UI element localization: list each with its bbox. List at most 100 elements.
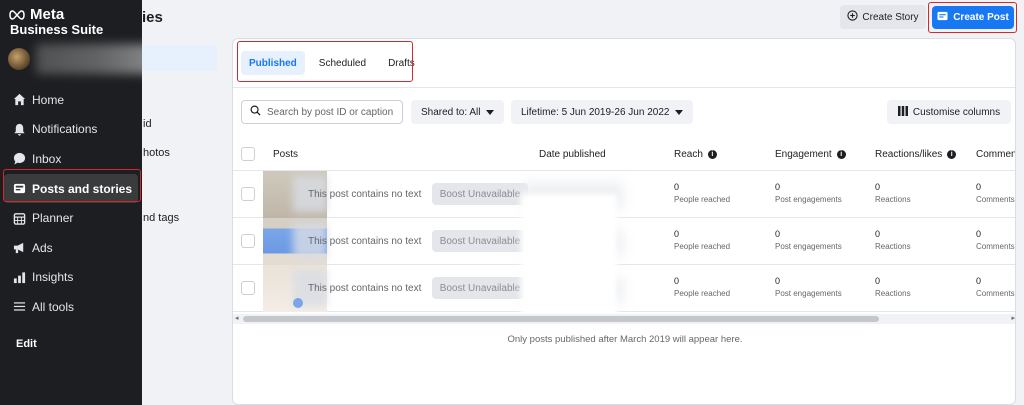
sidebar-item-planner[interactable]: Planner	[0, 203, 142, 233]
post-caption[interactable]: This post contains no text	[308, 283, 421, 294]
reactions-label: Reactions	[875, 242, 911, 251]
row-checkbox[interactable]	[241, 281, 255, 295]
sidebar-item-insights[interactable]: Insights	[0, 263, 142, 293]
sidebar-item-label: Notifications	[32, 122, 98, 137]
column-header-reach[interactable]: Reach i	[674, 149, 717, 160]
create-story-label: Create Story	[862, 11, 919, 23]
column-header-label: Comment	[976, 149, 1016, 160]
columns-icon	[897, 105, 908, 119]
meta-business-suite-logo[interactable]: Meta Business Suite	[8, 6, 148, 37]
sidebar-item-all-tools[interactable]: All tools	[0, 292, 142, 322]
reactions-cell: 0 Reactions	[875, 276, 911, 298]
megaphone-icon	[12, 241, 26, 255]
highlight-box-posts	[3, 169, 141, 202]
secondary-nav-item[interactable]: hotos	[143, 147, 170, 159]
search-input[interactable]: Search by post ID or caption	[241, 100, 403, 124]
footnote-text: Only posts published after March 2019 wi…	[507, 334, 743, 345]
sidebar-item-home[interactable]: Home	[0, 85, 142, 115]
sidebar-item-notifications[interactable]: Notifications	[0, 115, 142, 145]
table-row[interactable]: This post contains no text Boost Unavail…	[233, 218, 1015, 265]
select-all-checkbox[interactable]	[241, 147, 255, 161]
chat-bubble-icon	[12, 152, 26, 166]
filter-bar: Search by post ID or caption Shared to: …	[241, 100, 1011, 124]
reach-label: People reached	[674, 195, 731, 204]
posts-panel: Published Scheduled Drafts Search by pos…	[232, 38, 1016, 405]
row-checkbox[interactable]	[241, 234, 255, 248]
scroll-left-arrow-icon[interactable]: ◂	[235, 314, 239, 322]
reach-cell: 0 People reached	[674, 276, 730, 298]
column-header-label: Posts	[273, 149, 299, 160]
table-row[interactable]: This post contains no text Boost Unavail…	[233, 265, 1015, 312]
column-header-label: Reactions/likes	[875, 149, 943, 160]
customise-columns-label: Customise columns	[912, 106, 1001, 118]
reactions-value: 0	[875, 229, 881, 239]
date-range-dropdown[interactable]: Lifetime: 5 Jun 2019-26 Jun 2022	[511, 100, 694, 124]
engagement-cell: 0 Post engagements	[775, 229, 842, 251]
tabs-divider	[233, 87, 1015, 88]
post-caption[interactable]: This post contains no text	[308, 189, 421, 200]
column-header-label: Engagement	[775, 149, 832, 160]
page-title: ies	[142, 9, 163, 26]
reach-cell: 0 People reached	[674, 182, 730, 204]
reach-label: People reached	[674, 289, 731, 298]
secondary-nav-active-item[interactable]	[142, 45, 217, 71]
shared-facebook-icon	[293, 298, 303, 308]
sidebar-item-label: Ads	[32, 240, 53, 255]
sidebar-item-label: Home	[32, 92, 65, 107]
comments-cell: 0 Comments	[976, 229, 1015, 251]
info-icon[interactable]: i	[836, 150, 846, 159]
bar-chart-icon	[12, 270, 26, 284]
bell-icon	[12, 122, 26, 136]
scrollbar-thumb[interactable]	[243, 316, 879, 322]
reach-cell: 0 People reached	[674, 229, 730, 251]
info-icon[interactable]: i	[707, 150, 717, 159]
sidebar-item-ads[interactable]: Ads	[0, 233, 142, 263]
scroll-right-arrow-icon[interactable]: ▸	[1011, 314, 1015, 322]
customise-columns-button[interactable]: Customise columns	[887, 100, 1011, 124]
secondary-nav-item[interactable]: id	[143, 118, 152, 130]
comments-value: 0	[976, 276, 982, 286]
boost-button[interactable]: Boost Unavailable	[432, 183, 528, 205]
column-header-comments[interactable]: Comment	[976, 149, 1016, 160]
reactions-label: Reactions	[875, 195, 911, 204]
engagement-cell: 0 Post engagements	[775, 276, 842, 298]
column-header-reactions[interactable]: Reactions/likes i	[875, 149, 957, 160]
table-header: Posts Date published Reach i Engagement i …	[233, 139, 1016, 171]
comments-label: Comments	[976, 289, 1015, 298]
meta-infinity-icon	[9, 9, 25, 20]
post-caption[interactable]: This post contains no text	[308, 236, 421, 247]
home-icon	[12, 93, 26, 107]
reach-value: 0	[674, 276, 680, 286]
column-header-posts[interactable]: Posts	[273, 149, 298, 160]
create-story-button[interactable]: Create Story	[840, 5, 926, 29]
engagement-value: 0	[775, 229, 781, 239]
plus-circle-icon	[847, 10, 859, 24]
date-range-label: Lifetime: 5 Jun 2019-26 Jun 2022	[521, 106, 670, 118]
comments-label: Comments	[976, 195, 1015, 204]
sidebar-item-label: Inbox	[32, 151, 62, 166]
reactions-label: Reactions	[875, 289, 911, 298]
horizontal-scrollbar[interactable]: ◂ ▸	[233, 314, 1015, 324]
column-header-engagement[interactable]: Engagement i	[775, 149, 846, 160]
boost-button[interactable]: Boost Unavailable	[432, 277, 528, 299]
secondary-nav-item[interactable]: nd tags	[143, 212, 179, 224]
brand-name: Meta	[30, 6, 65, 23]
column-header-label: Reach	[674, 149, 703, 160]
sidebar-edit-link[interactable]: Edit	[16, 338, 37, 350]
caret-down-icon	[675, 107, 684, 118]
row-checkbox[interactable]	[241, 187, 255, 201]
reactions-cell: 0 Reactions	[875, 182, 911, 204]
avatar[interactable]	[8, 48, 30, 70]
engagement-label: Post engagements	[775, 242, 842, 251]
column-header-date[interactable]: Date published	[539, 149, 606, 160]
info-icon[interactable]: i	[947, 150, 957, 159]
shared-to-dropdown[interactable]: Shared to: All	[411, 100, 505, 124]
engagement-value: 0	[775, 276, 781, 286]
comments-value: 0	[976, 182, 982, 192]
reach-value: 0	[674, 229, 680, 239]
boost-button[interactable]: Boost Unavailable	[432, 230, 528, 252]
comments-cell: 0 Comments	[976, 276, 1015, 298]
sidebar-nav: Home Notifications Inbox Posts and stori…	[0, 85, 142, 322]
table-row[interactable]: This post contains no text Boost Unavail…	[233, 171, 1015, 218]
posts-table: Posts Date published Reach i Engagement i …	[233, 139, 1016, 312]
